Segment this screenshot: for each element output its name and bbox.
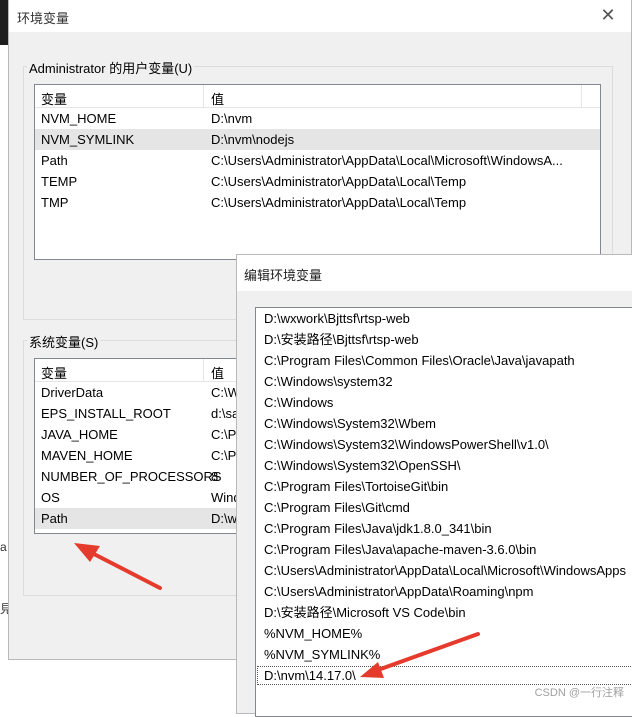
red-arrow-icon <box>360 632 480 678</box>
annotation-arrows <box>74 543 480 678</box>
watermark: CSDN @一行注释 <box>534 687 624 699</box>
red-arrow-icon <box>74 543 162 590</box>
